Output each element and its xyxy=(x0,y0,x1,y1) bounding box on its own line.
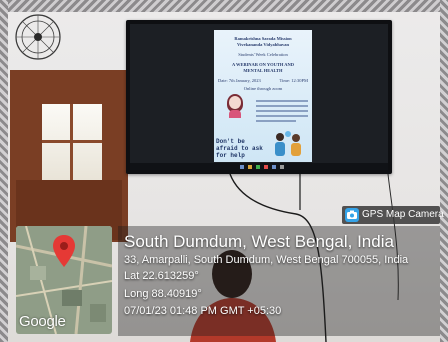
decorative-border-left xyxy=(0,0,8,342)
taskbar-icon xyxy=(272,165,276,169)
television: Ramakrishna Sarada Mission Vivekananda V… xyxy=(126,20,392,174)
poster-line: Online through zoom xyxy=(243,86,283,91)
poster-line: Students' Week Celebration xyxy=(238,52,288,57)
taskbar-icon xyxy=(264,165,268,169)
poster-line: Time: 12:30PM xyxy=(279,78,308,83)
poster-line: A WEBINAR ON YOUTH AND xyxy=(231,62,294,67)
poster-line: Vivekananda Vidyabhavan xyxy=(237,42,289,47)
poster-text-block xyxy=(256,105,308,107)
taskbar-icon xyxy=(248,165,252,169)
taskbar-icon xyxy=(256,165,260,169)
google-watermark: Google xyxy=(19,313,66,330)
location-pin-icon xyxy=(53,235,75,267)
latitude-line: Lat 22.613259° xyxy=(124,270,199,282)
map-thumbnail: Google xyxy=(16,226,112,334)
decorative-border-right xyxy=(440,0,448,342)
windows-taskbar xyxy=(130,163,388,170)
taskbar-icon xyxy=(240,165,244,169)
gps-camera-badge: GPS Map Camera xyxy=(342,206,444,224)
poster-text-block xyxy=(256,120,296,122)
place-name: South Dumdum, West Bengal, India xyxy=(124,232,394,251)
webinar-poster: Ramakrishna Sarada Mission Vivekananda V… xyxy=(214,30,312,162)
photo-scene: Ramakrishna Sarada Mission Vivekananda V… xyxy=(0,0,448,342)
poster-line: MENTAL HEALTH xyxy=(243,68,283,73)
gps-camera-label: GPS Map Camera xyxy=(362,209,444,220)
poster-slogan: Don't be afraid to ask for help xyxy=(216,138,263,159)
taskbar-icon xyxy=(280,165,284,169)
poster-text-block xyxy=(256,100,308,102)
tv-screen: Ramakrishna Sarada Mission Vivekananda V… xyxy=(130,24,388,170)
speaker-photo xyxy=(229,96,241,109)
timestamp-line: 07/01/23 01:48 PM GMT +05:30 xyxy=(124,305,282,317)
poster-text-block xyxy=(256,115,308,117)
poster-line: Ramakrishna Sarada Mission xyxy=(234,36,292,41)
poster-text-block xyxy=(256,110,308,112)
people-illustration xyxy=(275,131,301,156)
longitude-line: Long 88.40919° xyxy=(124,288,202,300)
camera-map-icon xyxy=(345,208,359,222)
address-line: 33, Amarpalli, South Dumdum, West Bengal… xyxy=(124,254,409,266)
speaker-photo-top xyxy=(229,110,241,118)
